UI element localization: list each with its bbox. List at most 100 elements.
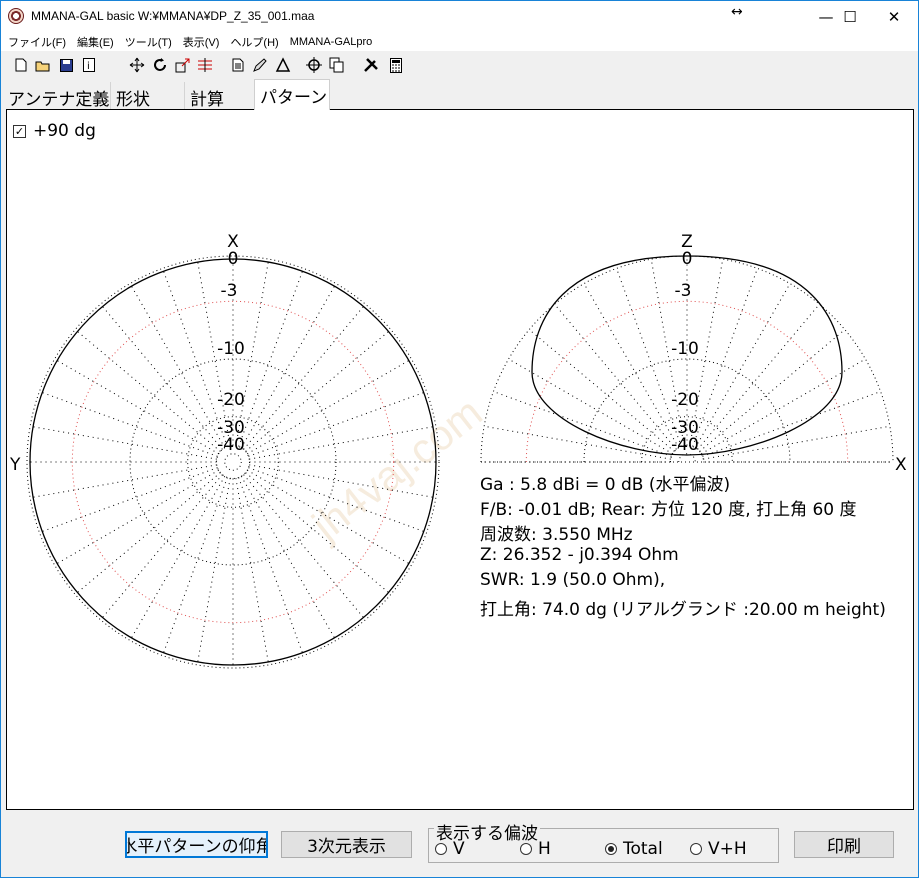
new-file-icon[interactable] [13,57,29,73]
left-ring-label-40: -40 [217,435,245,455]
grid-spoke [129,476,226,641]
menu-mmana-galpro[interactable]: MMANA-GALpro [286,36,377,48]
copy-icon[interactable] [329,57,345,73]
tab-antenna-definition[interactable]: アンテナ定義 [3,82,111,110]
calculator-icon[interactable] [388,57,404,73]
grid-spoke [100,303,223,450]
move-arrows-icon[interactable] [129,57,145,73]
grid-ring [224,453,242,471]
left-ring-label-10: -10 [217,339,245,359]
crosshair-icon[interactable] [306,57,322,73]
app-window: MMANA-GAL basic W:¥MMANA¥DP_Z_35_001.maa… [0,0,919,878]
horizontal-pattern-plot [26,255,440,669]
left-ring-label-0: 0 [228,249,239,269]
info-icon[interactable]: i [81,57,97,73]
app-logo-icon [8,8,24,24]
menu-tools[interactable]: ツール(T) [121,34,176,50]
page-icon[interactable] [230,57,246,73]
radio-h[interactable]: H [520,839,551,859]
window-title: MMANA-GAL basic W:¥MMANA¥DP_Z_35_001.maa [31,9,315,23]
grid-spoke [243,474,366,621]
svg-text:i: i [87,61,90,72]
radio-v[interactable]: V [435,839,465,859]
right-ring-label-40: -40 [671,435,699,455]
info-impedance: Z: 26.352 - j0.394 Ohm [480,545,679,565]
right-plot-side-label: X [895,455,907,475]
toolbar: i [1,53,918,77]
grid-spoke [238,268,304,447]
info-frequency: 周波数: 3.550 MHz [480,525,633,545]
radio-v-plus-h-dot[interactable] [690,843,702,855]
grid-spoke [240,283,337,448]
pencil-icon[interactable] [252,57,268,73]
rotate-icon[interactable] [152,57,168,73]
grid-spoke [100,474,223,621]
grid-spoke [39,467,218,533]
radio-total-label: Total [623,839,663,859]
radio-v-dot[interactable] [435,843,447,855]
grid-spoke [493,391,672,457]
grid-spoke [162,477,228,656]
radio-h-label: H [538,839,551,859]
grid-spoke [196,478,231,665]
grid-spoke [508,358,673,455]
menu-file[interactable]: ファイル(F) [4,34,70,50]
polarization-group: 表示する偏波 V H Total V+H [428,819,779,863]
info-swr: SWR: 1.9 (50.0 Ohm), [480,570,666,590]
grid-spoke [699,329,846,452]
radiation-pattern-plots: X Y Z X 0 -3 -10 -20 -30 -40 0 -3 -10 -2… [9,232,907,669]
close-button[interactable]: ✕ [871,1,917,32]
save-disk-icon[interactable] [58,57,74,73]
view-3d-button[interactable]: 3次元表示 [281,831,412,858]
tools-icon[interactable] [363,57,379,73]
grid-spoke [39,391,218,457]
grid-spoke [528,329,675,452]
tab-geometry[interactable]: 形状 [111,82,185,110]
title-bar: MMANA-GAL basic W:¥MMANA¥DP_Z_35_001.maa… [1,1,918,32]
resize-arrows-icon: ↔ [731,4,743,20]
grid-spoke [697,303,820,450]
bottom-controls: 水平パターンの仰角 3次元表示 表示する偏波 V H Total V+H 印刷 [1,813,918,877]
print-button[interactable]: 印刷 [794,831,894,858]
radio-h-dot[interactable] [520,843,532,855]
menu-view[interactable]: 表示(V) [179,34,224,50]
grid-spoke [703,425,890,460]
triangle-icon[interactable] [275,57,291,73]
radio-v-plus-h[interactable]: V+H [690,839,747,859]
tab-pattern[interactable]: パターン [254,79,330,110]
right-ring-label-3: -3 [675,281,692,301]
wire-list-icon[interactable] [197,57,213,73]
grid-spoke [484,425,671,460]
grid-spoke [54,358,219,455]
radio-total[interactable]: Total [605,839,663,859]
left-plot-side-label: Y [9,455,21,475]
menu-edit[interactable]: 編集(E) [73,34,118,50]
menu-help[interactable]: ヘルプ(H) [226,34,282,50]
grid-spoke [238,477,304,656]
info-elevation: 打上角: 74.0 dg (リアルグランド :20.00 m height) [480,600,886,620]
resize-icon[interactable] [175,57,191,73]
radio-v-plus-h-label: V+H [708,839,747,859]
grid-spoke [249,464,436,499]
grid-spoke [30,464,217,499]
radio-v-label: V [453,839,465,859]
elevation-pattern-button[interactable]: 水平パターンの仰角 [125,831,268,858]
grid-spoke [240,476,337,641]
grid-spoke [701,358,866,455]
tab-calculate[interactable]: 計算 [185,82,255,110]
radio-total-dot[interactable] [605,843,617,855]
grid-spoke [554,303,677,450]
maximize-button[interactable]: ☐ [827,1,873,32]
grid-spoke [235,478,270,665]
right-ring-label-10: -10 [671,339,699,359]
grid-spoke [694,283,791,448]
grid-spoke [74,329,221,452]
grid-ring [26,255,440,669]
grid-spoke [54,469,219,566]
left-ring-label-20: -20 [217,390,245,410]
grid-spoke [245,472,392,595]
right-ring-label-20: -20 [671,390,699,410]
grid-spoke [247,469,412,566]
grid-spoke [248,467,427,533]
open-folder-icon[interactable] [35,57,51,73]
